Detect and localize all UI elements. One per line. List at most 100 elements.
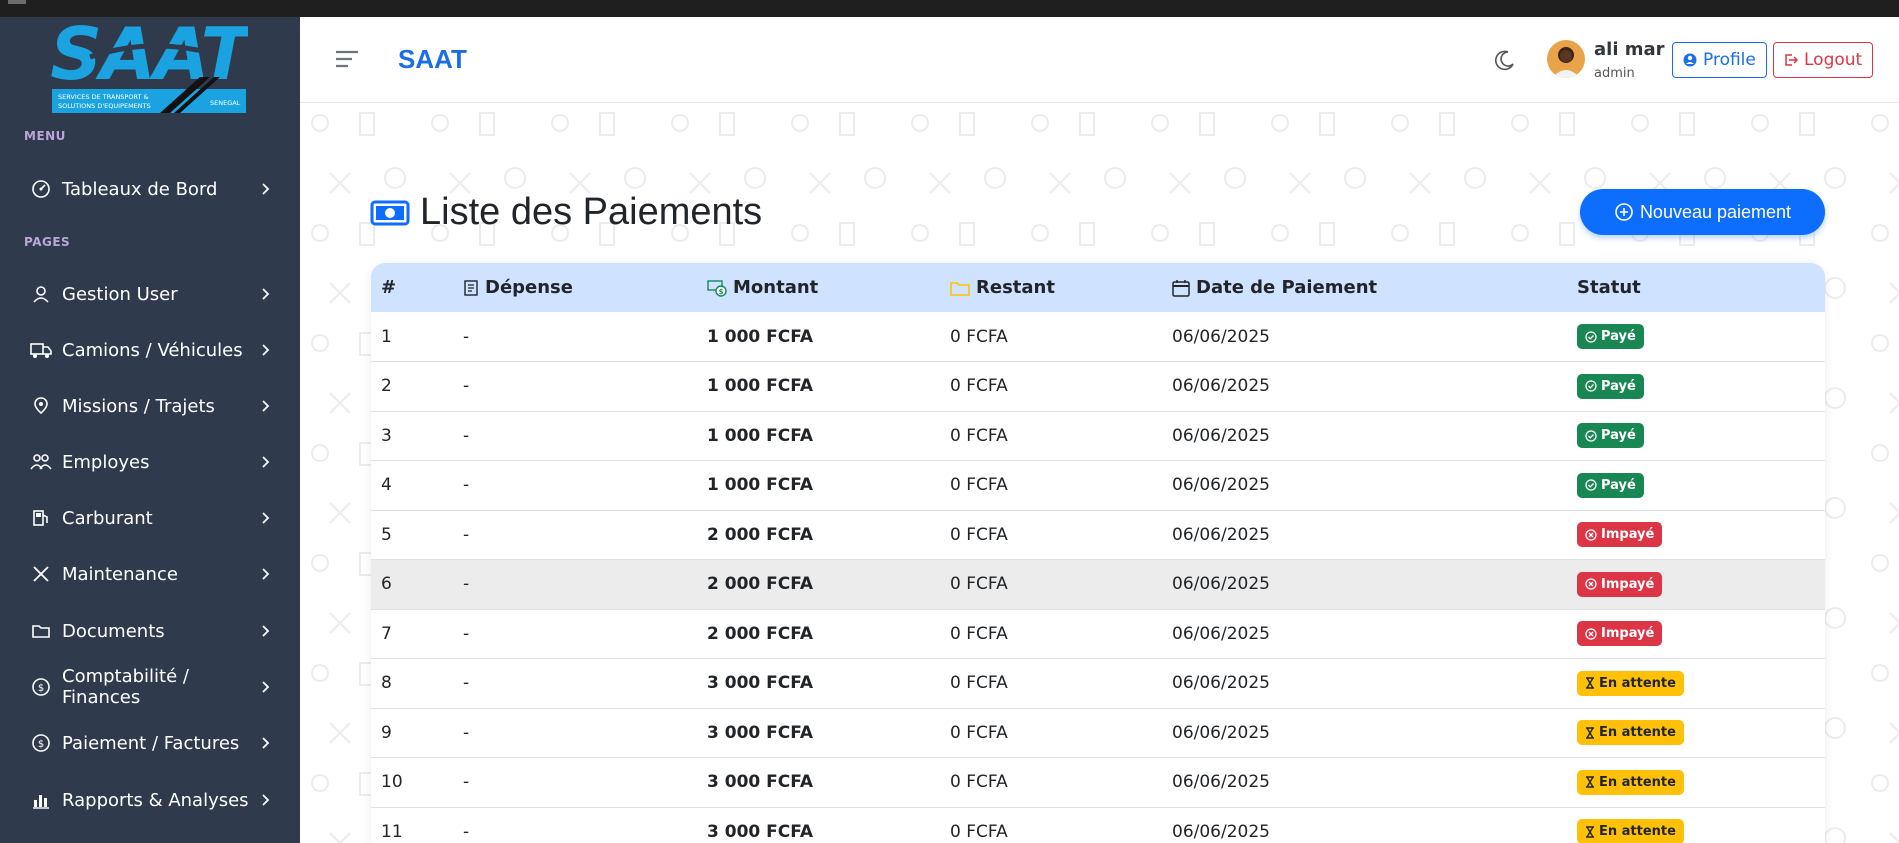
sidebar-item-paiement[interactable]: $ Paiement / Factures (0, 719, 300, 767)
cell-statut: Payé (1567, 362, 1825, 412)
sidebar-item-employes[interactable]: Employes (0, 438, 300, 486)
status-badge: En attente (1577, 720, 1684, 746)
sidebar: SAAT SERVICES DE TRANSPORT & SOLUTIONS D… (0, 12, 300, 843)
sidebar-item-carburant[interactable]: Carburant (0, 494, 300, 542)
cash-coin-icon: $ (707, 279, 727, 297)
cell-number: 10 (381, 772, 403, 793)
page-title-text: Liste des Paiements (420, 191, 763, 233)
sidebar-item-gestion-user[interactable]: Gestion User (0, 270, 300, 318)
status-badge: Impayé (1577, 571, 1663, 597)
cell-depense: - (463, 722, 470, 743)
col-header-restant[interactable]: Restant (940, 263, 1162, 312)
cell-date: 06/06/2025 (1172, 574, 1270, 595)
people-icon (30, 451, 52, 473)
map-icon (30, 395, 52, 417)
cell-montant: 1 000 FCFA (707, 425, 814, 446)
table-row[interactable]: 10 - 3 000 FCFA 0 FCFA 06/06/2025 En attente (371, 757, 1825, 807)
table-row[interactable]: 5 - 2 000 FCFA 0 FCFA 06/06/2025 Impayé (371, 510, 1825, 560)
table-row[interactable]: 7 - 2 000 FCFA 0 FCFA 06/06/2025 Impayé (371, 609, 1825, 659)
cell-date: 06/06/2025 (1172, 425, 1270, 446)
sidebar-item-label: Tableaux de Bord (62, 178, 218, 200)
sidebar-item-comptabilite[interactable]: $ Comptabilité / Finances (0, 663, 300, 711)
cell-date: 06/06/2025 (1172, 623, 1270, 644)
status-badge: Impayé (1577, 621, 1663, 647)
check-circle-icon (1585, 430, 1597, 442)
cell-statut: En attente (1567, 708, 1825, 758)
table-row[interactable]: 8 - 3 000 FCFA 0 FCFA 06/06/2025 En attente (371, 658, 1825, 708)
sidebar-item-camions[interactable]: Camions / Véhicules (0, 326, 300, 374)
hamburger-menu-icon[interactable] (335, 49, 359, 69)
page-title: Liste des Paiements (370, 191, 762, 234)
status-badge: En attente (1577, 819, 1684, 843)
table-row[interactable]: 3 - 1 000 FCFA 0 FCFA 06/06/2025 Payé (371, 411, 1825, 461)
col-header-date[interactable]: Date de Paiement (1162, 263, 1567, 312)
table-row[interactable]: 2 - 1 000 FCFA 0 FCFA 06/06/2025 Payé (371, 361, 1825, 412)
brand-title[interactable]: SAAT (398, 44, 467, 75)
chevron-right-icon (262, 456, 270, 468)
logout-label: Logout (1804, 50, 1863, 70)
status-label: Payé (1601, 477, 1636, 493)
col-header-montant[interactable]: $ Montant (697, 263, 940, 312)
table-row[interactable]: 1 - 1 000 FCFA 0 FCFA 06/06/2025 Payé (371, 312, 1825, 362)
new-payment-button[interactable]: Nouveau paiement (1580, 189, 1825, 235)
table-row[interactable]: 6 - 2 000 FCFA 0 FCFA 06/06/2025 Impayé (371, 559, 1825, 609)
cell-depense: - (463, 673, 470, 694)
cell-number: 6 (381, 574, 392, 595)
cash-icon (370, 200, 410, 225)
chevron-right-icon (262, 794, 270, 806)
dark-mode-toggle-icon[interactable] (1492, 49, 1516, 73)
chevron-right-icon (262, 183, 270, 195)
cell-montant: 3 000 FCFA (707, 722, 814, 743)
col-header-number[interactable]: # (371, 263, 453, 312)
table-row[interactable]: 4 - 1 000 FCFA 0 FCFA 06/06/2025 Payé (371, 460, 1825, 510)
speedometer-icon (30, 178, 52, 200)
cell-montant: 3 000 FCFA (707, 673, 814, 694)
cell-montant: 3 000 FCFA (707, 772, 814, 793)
cell-depense: - (463, 821, 470, 842)
logout-button[interactable]: Logout (1773, 42, 1874, 78)
menu-section-title: MENU (24, 129, 66, 143)
chevron-right-icon (262, 400, 270, 412)
cell-restant: 0 FCFA (950, 376, 1008, 397)
cell-number: 3 (381, 425, 392, 446)
cell-restant: 0 FCFA (950, 475, 1008, 496)
sidebar-item-documents[interactable]: Documents (0, 607, 300, 655)
cell-date: 06/06/2025 (1172, 475, 1270, 496)
svg-text:SERVICES DE TRANSPORT &: SERVICES DE TRANSPORT & (58, 93, 149, 101)
col-header-depense[interactable]: Dépense (453, 263, 697, 312)
cell-number: 7 (381, 623, 392, 644)
cell-date: 06/06/2025 (1172, 821, 1270, 842)
table-row[interactable]: 9 - 3 000 FCFA 0 FCFA 06/06/2025 En attente (371, 708, 1825, 758)
cell-restant: 0 FCFA (950, 821, 1008, 842)
check-circle-icon (1585, 380, 1597, 392)
table-row[interactable]: 11 - 3 000 FCFA 0 FCFA 06/06/2025 En attente (371, 807, 1825, 843)
sidebar-item-maintenance[interactable]: Maintenance (0, 550, 300, 598)
sidebar-item-label: Employes (62, 451, 150, 473)
sidebar-item-missions[interactable]: Missions / Trajets (0, 382, 300, 430)
payments-table-container: # Dépense $ Montant Restant Date de Paie… (371, 263, 1825, 843)
profile-button[interactable]: Profile (1672, 42, 1767, 78)
status-label: En attente (1599, 725, 1676, 741)
sidebar-item-rapports[interactable]: Rapports & Analyses (0, 776, 300, 824)
cell-restant: 0 FCFA (950, 673, 1008, 694)
cell-depense: - (463, 623, 470, 644)
x-circle-icon (1585, 529, 1597, 541)
cell-statut: En attente (1567, 807, 1825, 843)
avatar[interactable] (1547, 40, 1585, 78)
col-header-statut[interactable]: Statut (1567, 263, 1825, 312)
cell-restant: 0 FCFA (950, 524, 1008, 545)
saat-logo[interactable]: SAAT SERVICES DE TRANSPORT & SOLUTIONS D… (50, 12, 257, 117)
cell-number: 4 (381, 475, 392, 496)
bar-chart-icon (30, 789, 52, 811)
top-header: SAAT ali mar admin Profile Logout (300, 17, 1899, 103)
cell-date: 06/06/2025 (1172, 524, 1270, 545)
cell-montant: 2 000 FCFA (707, 623, 814, 644)
svg-text:$: $ (719, 288, 724, 296)
new-payment-label: Nouveau paiement (1639, 201, 1792, 222)
status-label: Impayé (1601, 527, 1655, 543)
chevron-right-icon (262, 737, 270, 749)
sidebar-item-label: Carburant (62, 507, 153, 529)
cell-montant: 2 000 FCFA (707, 574, 814, 595)
cell-depense: - (463, 475, 470, 496)
sidebar-item-tableaux-de-bord[interactable]: Tableaux de Bord (0, 165, 300, 213)
